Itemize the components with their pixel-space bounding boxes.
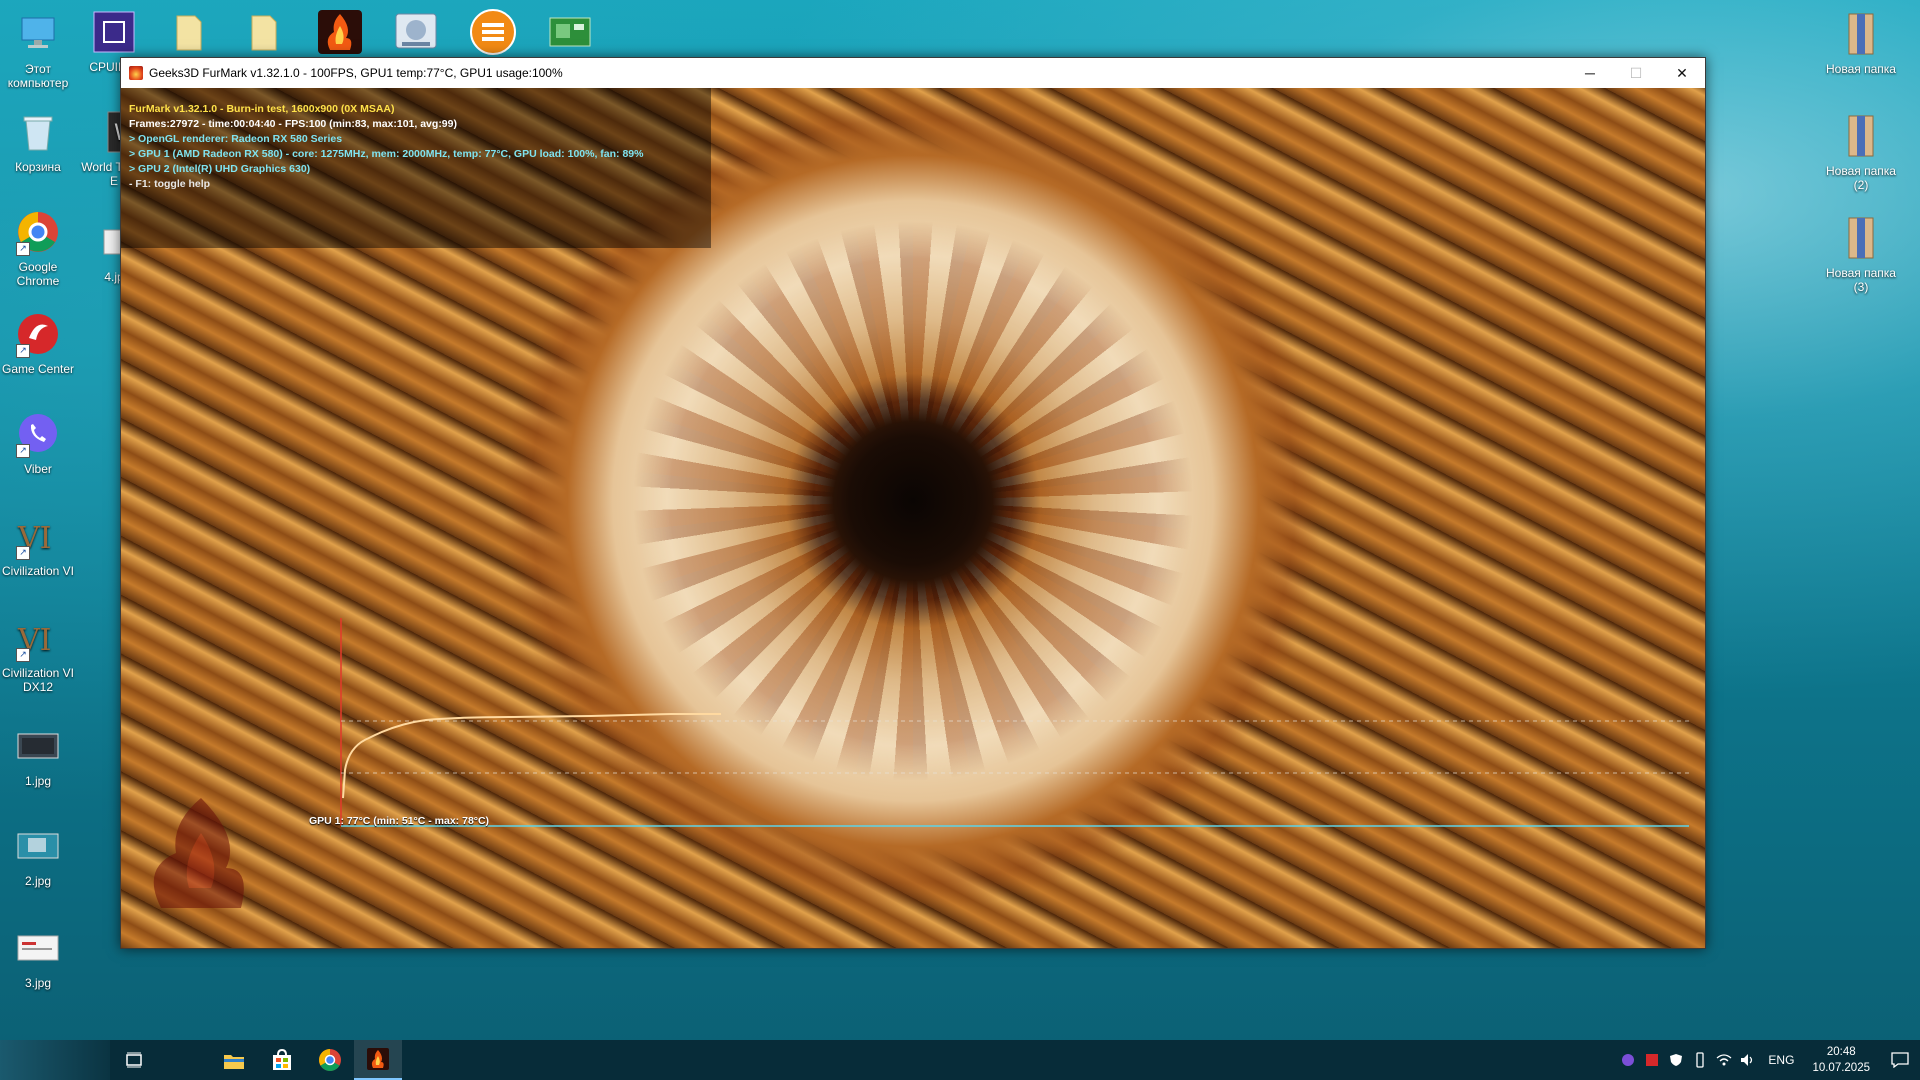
desktop-icon-viber[interactable]: ↗ Viber <box>0 410 76 476</box>
render-viewport[interactable]: FurMark v1.32.1.0 - Burn-in test, 1600x9… <box>121 88 1705 948</box>
hud-gpu1: > GPU 1 (AMD Radeon RX 580) - core: 1275… <box>129 148 644 160</box>
window-title: Geeks3D FurMark v1.32.1.0 - 100FPS, GPU1… <box>149 66 563 80</box>
recycle-bin-icon <box>14 108 62 156</box>
orange-menu-icon[interactable] <box>469 8 517 56</box>
store-icon[interactable] <box>258 1040 306 1080</box>
taskbar: ENG 20:48 10.07.2025 <box>0 1040 1920 1080</box>
archive-folder-icon <box>1837 214 1885 262</box>
clock-date: 10.07.2025 <box>1812 1062 1870 1074</box>
desktop-icon-label: Civilization VI DX12 <box>1 666 75 694</box>
desktop-icon-this-pc[interactable]: Этот компьютер <box>0 10 76 90</box>
shortcut-arrow-icon: ↗ <box>16 444 30 458</box>
desktop-icon-label: 3.jpg <box>24 976 52 990</box>
desktop-icon-label: Новая папка <box>1826 62 1896 76</box>
clock-time: 20:48 <box>1826 1046 1856 1058</box>
desktop-icon-recycle-bin[interactable]: Корзина <box>0 108 76 174</box>
shortcut-arrow-icon: ↗ <box>16 242 30 256</box>
image-file-icon <box>14 822 62 870</box>
desktop-icon-label: Viber <box>24 462 52 476</box>
tray-shield-icon[interactable] <box>1616 1040 1640 1080</box>
maximize-button[interactable]: ☐ <box>1613 58 1659 88</box>
desktop-icon-new-folder[interactable]: Новая папка <box>1823 10 1899 76</box>
furmark-icon <box>367 1048 389 1070</box>
furmark-icon[interactable] <box>316 8 364 56</box>
desktop-icon-label: 1.jpg <box>24 774 52 788</box>
file-explorer-icon[interactable] <box>210 1040 258 1080</box>
desktop-icon-2jpg[interactable]: 2.jpg <box>0 822 76 888</box>
chrome-icon: ↗ <box>14 208 62 256</box>
gpu-card-icon[interactable] <box>546 8 594 56</box>
desktop-icon-label: Этот компьютер <box>7 62 69 90</box>
tray-security-icon[interactable] <box>1664 1040 1688 1080</box>
folder-icon[interactable] <box>240 8 288 56</box>
archive-folder-icon <box>1837 112 1885 160</box>
hud-help-hint: - F1: toggle help <box>129 178 211 190</box>
image-file-icon <box>14 924 62 972</box>
desktop-icon-label: Новая папка (3) <box>1826 266 1896 294</box>
civilization-icon: VI ↗ <box>14 512 62 560</box>
desktop-icon-label: 2.jpg <box>24 874 52 888</box>
hud-gpu2: > GPU 2 (Intel(R) UHD Graphics 630) <box>129 163 311 175</box>
desktop-icon-label: Google Chrome <box>16 260 60 288</box>
desktop-icon-label: Game Center <box>1 362 75 376</box>
desktop-icon-chrome[interactable]: ↗ Google Chrome <box>0 208 76 288</box>
task-view-icon[interactable] <box>110 1040 158 1080</box>
taskbar-clock[interactable]: 20:48 10.07.2025 <box>1802 1044 1880 1076</box>
disk-tool-icon[interactable] <box>392 8 440 56</box>
desktop-icon-civilization-dx12[interactable]: VI ↗ Civilization VI DX12 <box>0 614 76 694</box>
folder-icon[interactable] <box>165 8 213 56</box>
desktop-icon-civilization[interactable]: VI ↗ Civilization VI <box>0 512 76 578</box>
tray-network-icon[interactable] <box>1712 1040 1736 1080</box>
desktop-icon-label: Корзина <box>15 160 61 174</box>
shortcut-arrow-icon: ↗ <box>16 344 30 358</box>
hud-renderer: > OpenGL renderer: Radeon RX 580 Series <box>129 133 343 145</box>
gpu1-temp-curve <box>342 713 721 799</box>
viber-icon: ↗ <box>14 410 62 458</box>
close-button[interactable]: ✕ <box>1659 58 1705 88</box>
tray-usb-icon[interactable] <box>1688 1040 1712 1080</box>
this-pc-icon <box>14 10 62 58</box>
system-tray: ENG 20:48 10.07.2025 <box>1616 1040 1920 1080</box>
shortcut-arrow-icon: ↗ <box>16 648 30 662</box>
hud-frames: Frames:27972 - time:00:04:40 - FPS:100 (… <box>129 118 457 130</box>
chrome-icon[interactable] <box>306 1040 354 1080</box>
cpuid-icon <box>90 8 138 56</box>
hud-overlay: FurMark v1.32.1.0 - Burn-in test, 1600x9… <box>129 102 643 192</box>
minimize-button[interactable]: ─ <box>1567 58 1613 88</box>
game-center-icon: ↗ <box>14 310 62 358</box>
desktop-icon-label: Новая папка (2) <box>1826 164 1896 192</box>
desktop-icon-3jpg[interactable]: 3.jpg <box>0 924 76 990</box>
window-titlebar[interactable]: Geeks3D FurMark v1.32.1.0 - 100FPS, GPU1… <box>121 58 1705 88</box>
shortcut-arrow-icon: ↗ <box>16 546 30 560</box>
desktop-icon-label: Civilization VI <box>1 564 75 578</box>
desktop-icon-new-folder-3[interactable]: Новая папка (3) <box>1823 214 1899 294</box>
image-file-icon <box>14 722 62 770</box>
furmark-window[interactable]: Geeks3D FurMark v1.32.1.0 - 100FPS, GPU1… <box>120 57 1706 949</box>
temperature-graph <box>340 618 1689 827</box>
desktop-icon-new-folder-2[interactable]: Новая папка (2) <box>1823 112 1899 192</box>
notification-center-icon[interactable] <box>1880 1040 1920 1080</box>
hud-title: FurMark v1.32.1.0 - Burn-in test, 1600x9… <box>129 103 395 115</box>
furmark-taskbar-button[interactable] <box>354 1040 402 1080</box>
temperature-graph-label: GPU 1: 77°C (min: 51°C - max: 78°C) <box>309 815 490 827</box>
furmark-icon <box>129 66 143 80</box>
tray-volume-icon[interactable] <box>1736 1040 1760 1080</box>
archive-folder-icon <box>1837 10 1885 58</box>
furmark-logo <box>153 798 244 908</box>
desktop-icon-1jpg[interactable]: 1.jpg <box>0 722 76 788</box>
language-indicator[interactable]: ENG <box>1760 1053 1802 1067</box>
civilization-dx12-icon: VI ↗ <box>14 614 62 662</box>
tray-game-center-icon[interactable] <box>1640 1040 1664 1080</box>
start-button[interactable] <box>0 1040 110 1080</box>
desktop-icon-game-center[interactable]: ↗ Game Center <box>0 310 76 376</box>
